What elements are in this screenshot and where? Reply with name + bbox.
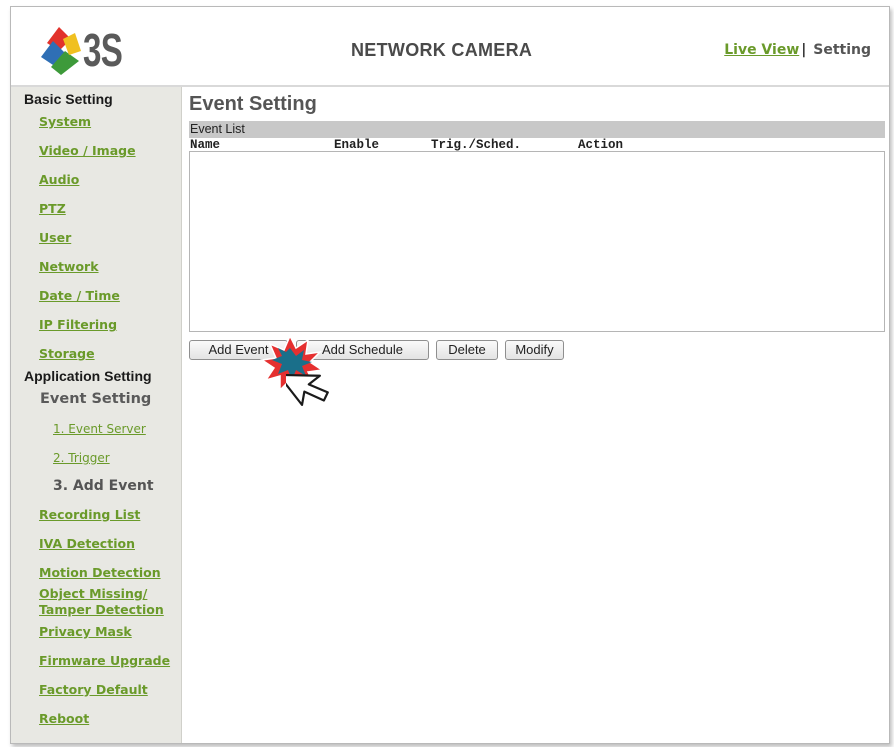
event-list-header: Event List bbox=[189, 121, 885, 138]
sidebar-item-reboot[interactable]: Reboot bbox=[39, 712, 89, 726]
sidebar-item-factory-default[interactable]: Factory Default bbox=[39, 683, 148, 697]
header: 3S NETWORK CAMERA Live View | Setting bbox=[11, 7, 889, 85]
sidebar-item-date-time[interactable]: Date / Time bbox=[39, 289, 120, 303]
column-action: Action bbox=[578, 138, 624, 152]
logo-mark-icon bbox=[41, 27, 81, 75]
section-basic-setting: Basic Setting bbox=[24, 91, 113, 107]
logo-text: 3S bbox=[83, 24, 123, 76]
sidebar-item-trigger[interactable]: 2. Trigger bbox=[53, 451, 110, 465]
app-window: 3S NETWORK CAMERA Live View | Setting Bas… bbox=[10, 6, 890, 744]
sidebar-item-network[interactable]: Network bbox=[39, 260, 99, 274]
setting-label: Setting bbox=[813, 42, 871, 58]
modify-button[interactable]: Modify bbox=[505, 340, 564, 360]
live-view-link[interactable]: Live View bbox=[724, 42, 799, 58]
sidebar-item-event-server[interactable]: 1. Event Server bbox=[53, 422, 146, 436]
sidebar-item-system[interactable]: System bbox=[39, 115, 91, 129]
sidebar-item-audio[interactable]: Audio bbox=[39, 173, 79, 187]
event-list-box[interactable] bbox=[189, 151, 885, 332]
top-nav: Live View | Setting bbox=[724, 42, 871, 58]
page-title: Event Setting bbox=[189, 93, 317, 115]
section-application-setting: Application Setting bbox=[24, 368, 152, 384]
sidebar-item-video-image[interactable]: Video / Image bbox=[39, 144, 136, 158]
sidebar-item-privacy-mask[interactable]: Privacy Mask bbox=[39, 625, 132, 639]
sidebar-item-user[interactable]: User bbox=[39, 231, 71, 245]
sidebar-item-firmware-upgrade[interactable]: Firmware Upgrade bbox=[39, 654, 170, 668]
brand-logo: 3S bbox=[35, 21, 135, 77]
sidebar-item-tamper-detection[interactable]: Tamper Detection bbox=[39, 603, 164, 617]
delete-button[interactable]: Delete bbox=[436, 340, 498, 360]
main-content: Event Setting Event List Name Enable Tri… bbox=[189, 87, 887, 743]
sidebar-item-iva-detection[interactable]: IVA Detection bbox=[39, 537, 135, 551]
add-event-button[interactable]: Add Event bbox=[189, 340, 288, 360]
sidebar-item-add-event: 3. Add Event bbox=[53, 478, 154, 494]
sidebar-item-object-missing[interactable]: Object Missing/ bbox=[39, 587, 147, 601]
app-title: NETWORK CAMERA bbox=[351, 40, 533, 60]
column-name: Name bbox=[190, 138, 221, 152]
sidebar: Basic Setting System Video / Image Audio… bbox=[11, 87, 182, 743]
sidebar-item-event-setting: Event Setting bbox=[40, 391, 152, 407]
sidebar-item-storage[interactable]: Storage bbox=[39, 347, 95, 361]
sidebar-item-recording-list[interactable]: Recording List bbox=[39, 508, 140, 522]
column-trig-sched: Trig./Sched. bbox=[431, 138, 522, 152]
sidebar-item-ptz[interactable]: PTZ bbox=[39, 202, 66, 216]
nav-separator: | bbox=[801, 42, 807, 58]
sidebar-item-motion-detection[interactable]: Motion Detection bbox=[39, 566, 161, 580]
sidebar-item-ip-filtering[interactable]: IP Filtering bbox=[39, 318, 117, 332]
add-schedule-button[interactable]: Add Schedule bbox=[296, 340, 429, 360]
column-enable: Enable bbox=[334, 138, 380, 152]
